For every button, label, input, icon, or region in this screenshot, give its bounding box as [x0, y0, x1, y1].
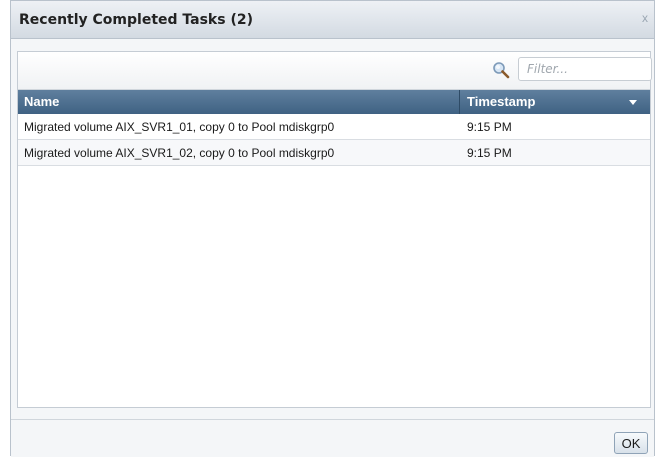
table-row[interactable]: Migrated volume AIX_SVR1_01, copy 0 to P… [18, 114, 650, 140]
tasks-dialog: Recently Completed Tasks (2) x Name Time… [10, 0, 655, 457]
task-name: Migrated volume AIX_SVR1_01, copy 0 to P… [24, 120, 335, 134]
dialog-footer: OK [11, 419, 654, 457]
tasks-panel: Name Timestamp Migrated volume AIX_SVR1_… [17, 51, 652, 408]
search-icon[interactable] [492, 61, 510, 79]
sort-descending-icon[interactable] [629, 100, 637, 105]
table-row[interactable]: Migrated volume AIX_SVR1_02, copy 0 to P… [18, 140, 650, 166]
task-name: Migrated volume AIX_SVR1_02, copy 0 to P… [24, 146, 335, 160]
table-header: Name Timestamp [18, 90, 650, 114]
close-icon[interactable]: x [642, 11, 648, 25]
task-timestamp: 9:15 PM [467, 120, 512, 134]
column-header-name[interactable]: Name [18, 90, 460, 114]
table-body: Migrated volume AIX_SVR1_01, copy 0 to P… [18, 114, 650, 166]
column-header-timestamp-label: Timestamp [467, 94, 536, 109]
ok-button[interactable]: OK [614, 432, 648, 454]
column-header-timestamp[interactable]: Timestamp [461, 90, 645, 114]
dialog-title: Recently Completed Tasks (2) [19, 12, 253, 28]
task-timestamp: 9:15 PM [467, 146, 512, 160]
dialog-titlebar: Recently Completed Tasks (2) x [11, 1, 654, 39]
filter-input[interactable] [518, 57, 652, 81]
table-toolbar [18, 52, 652, 90]
